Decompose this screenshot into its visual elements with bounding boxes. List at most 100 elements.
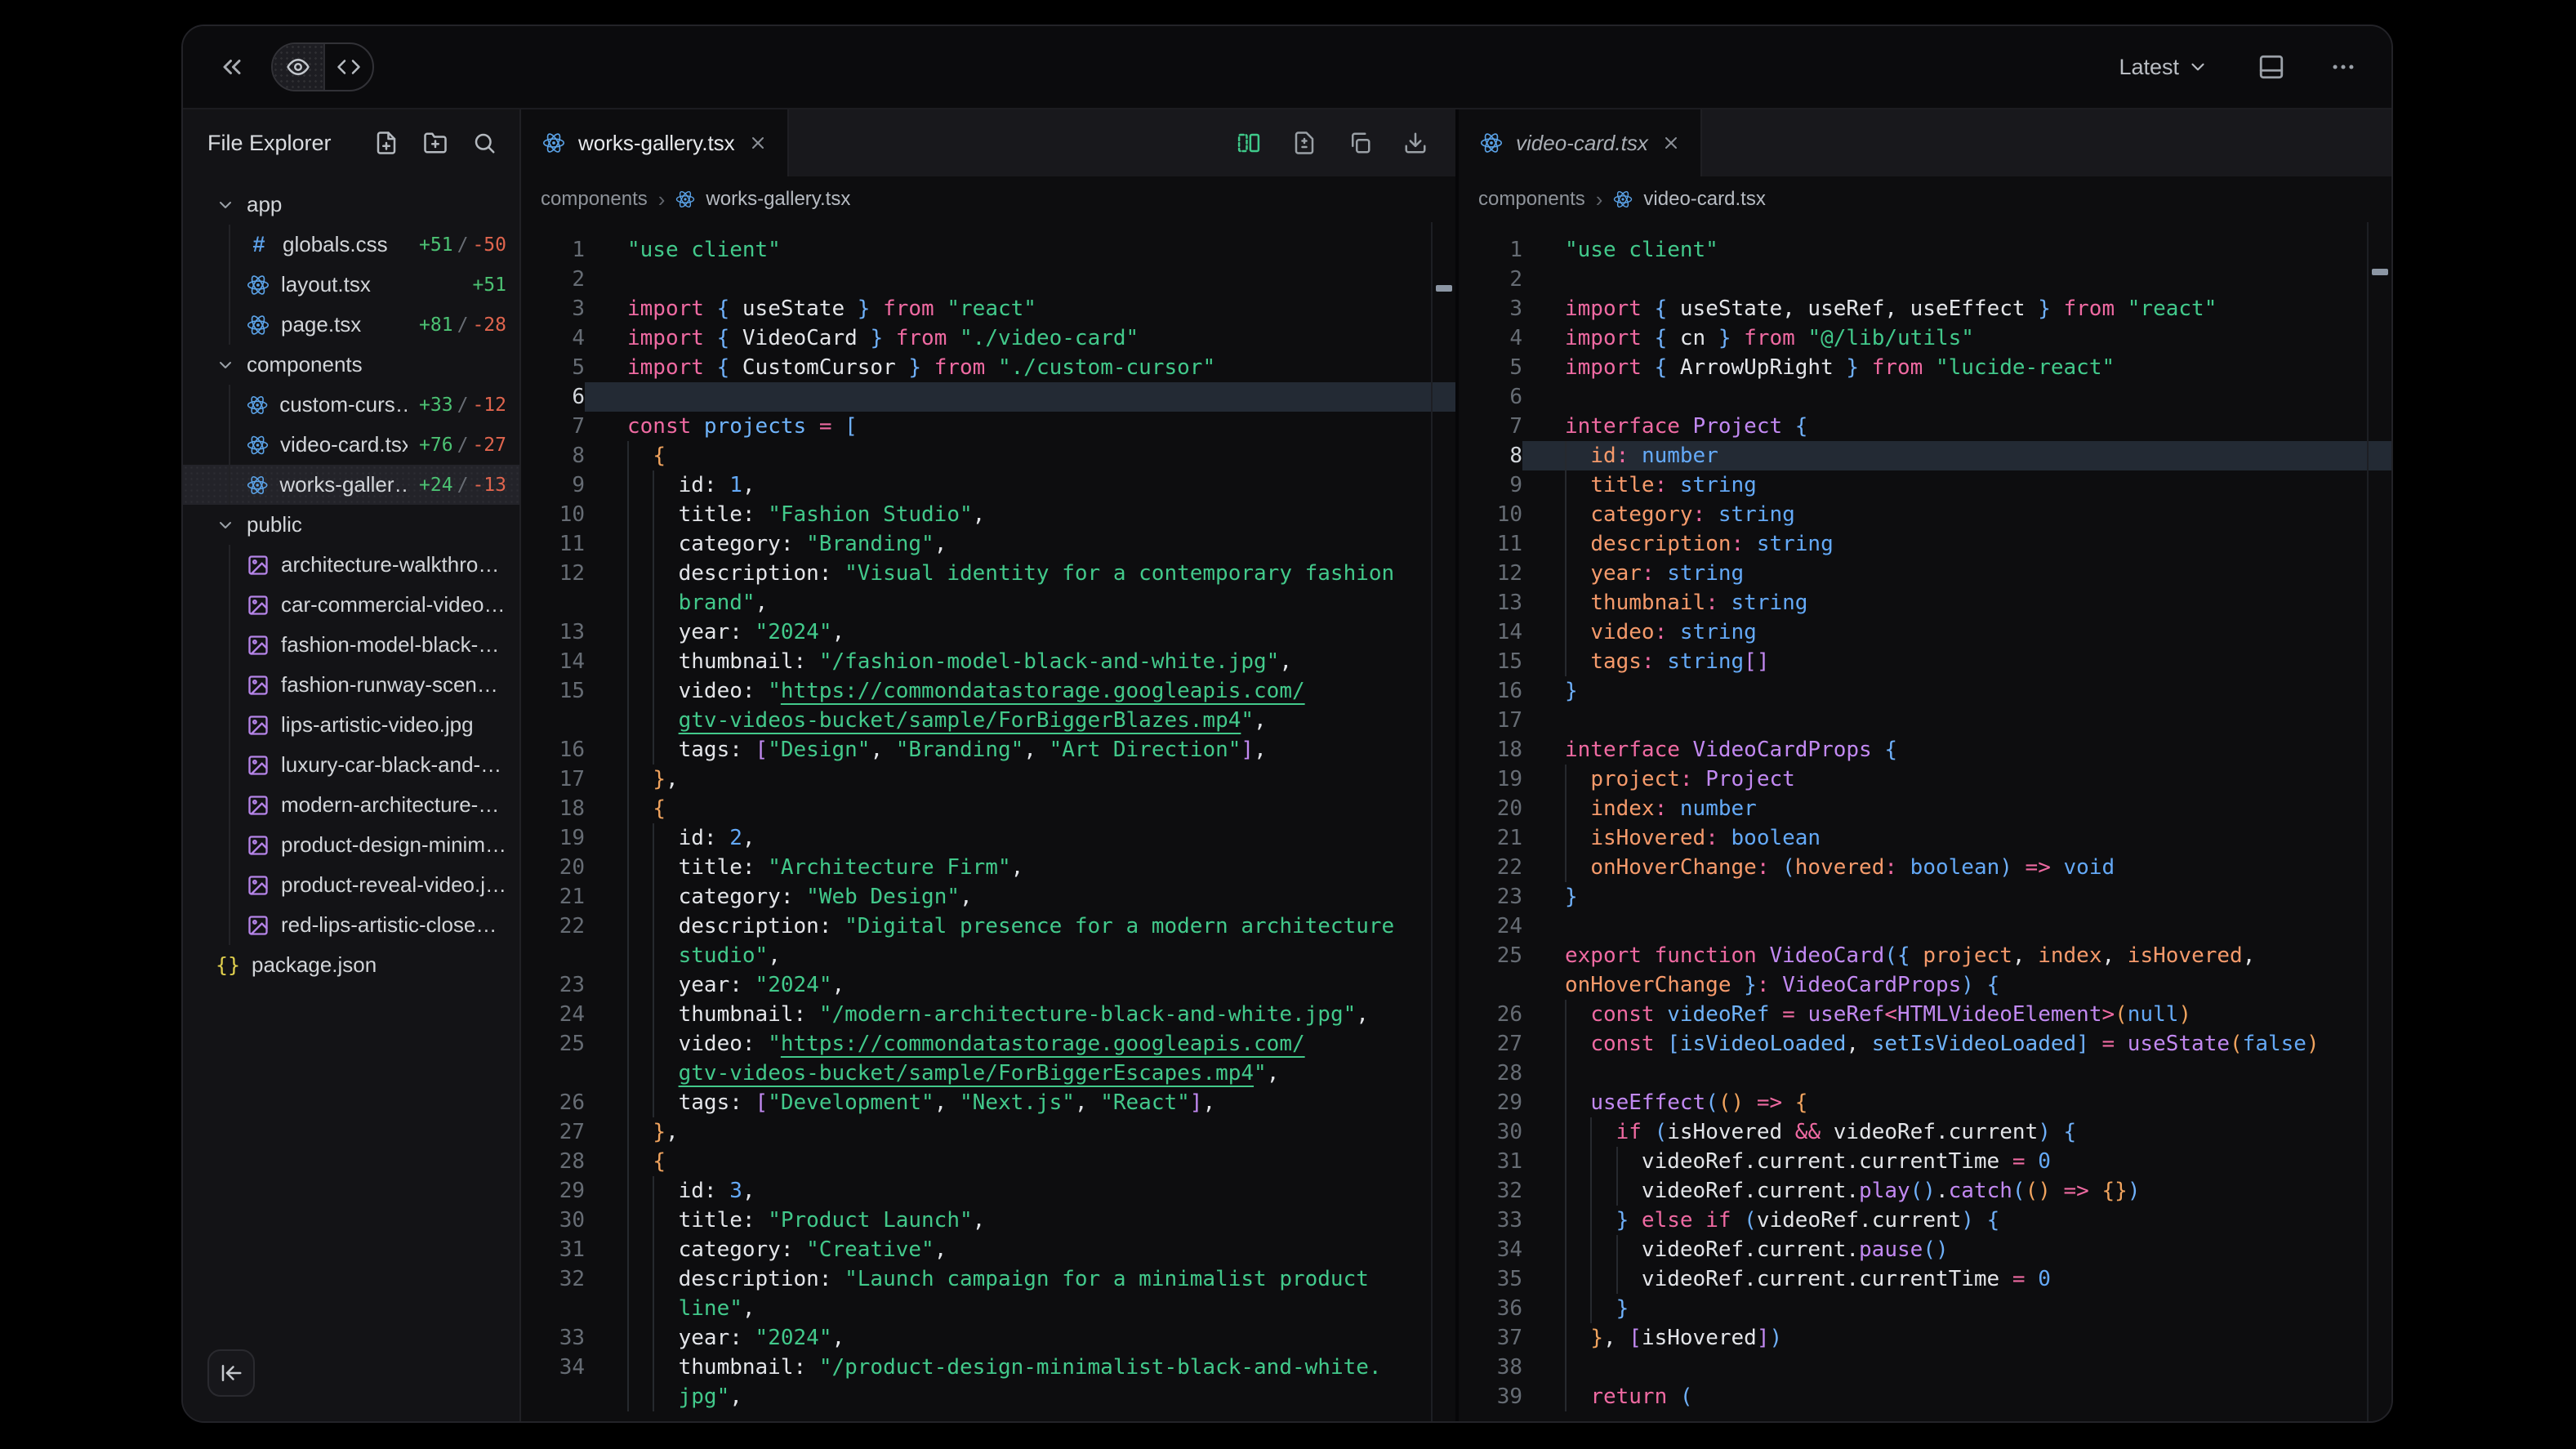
code-line[interactable]: import { CustomCursor } from "./custom-c…	[585, 353, 1455, 382]
tab-works-gallery.tsx[interactable]: works-gallery.tsx	[521, 109, 789, 176]
code-line[interactable]: interface Project {	[1522, 412, 2391, 441]
scrollbar-track[interactable]	[2367, 222, 2391, 1421]
code-line[interactable]: category: string	[1522, 500, 2391, 529]
code-line[interactable]: tags: string[]	[1522, 647, 2391, 676]
code-line[interactable]: id: 2,	[585, 823, 1455, 853]
tree-file-lips-artistic-video.jpg[interactable]: lips-artistic-video.jpg	[183, 705, 519, 745]
tree-folder-app[interactable]: app	[183, 185, 519, 225]
code-line[interactable]: index: number	[1522, 794, 2391, 823]
code-line[interactable]: "use client"	[1522, 235, 2391, 265]
code-line[interactable]: year: "2024",	[585, 1323, 1455, 1353]
code-line[interactable]: "use client"	[585, 235, 1455, 265]
code-line[interactable]: },	[585, 1117, 1455, 1147]
split-view-button[interactable]	[1237, 131, 1261, 155]
scrollbar-thumb[interactable]	[2372, 269, 2388, 275]
code-line[interactable]: videoRef.current.currentTime = 0	[1522, 1147, 2391, 1176]
breadcrumb-folder[interactable]: components	[1478, 188, 1585, 211]
code-line[interactable]: year: "2024",	[585, 617, 1455, 647]
code-line[interactable]: thumbnail: "/fashion-model-black-and-whi…	[585, 647, 1455, 676]
code-line[interactable]: tags: ["Design", "Branding", "Art Direct…	[585, 735, 1455, 765]
close-tab-button[interactable]	[748, 133, 768, 153]
code-line[interactable]: title: "Product Launch",	[585, 1206, 1455, 1235]
code-line[interactable]: category: "Creative",	[585, 1235, 1455, 1264]
code-line[interactable]: description: string	[1522, 529, 2391, 559]
code-line[interactable]: year: string	[1522, 559, 2391, 588]
new-file-button[interactable]	[374, 131, 399, 155]
code-line[interactable]: description: "Launch campaign for a mini…	[585, 1264, 1455, 1294]
code-line[interactable]: description: "Digital presence for a mod…	[585, 912, 1455, 941]
code-line[interactable]: videoRef.current.pause()	[1522, 1235, 2391, 1264]
code-line[interactable]: export function VideoCard({ project, ind…	[1522, 941, 2391, 970]
code-line[interactable]: studio",	[585, 941, 1455, 970]
code-line[interactable]: import { ArrowUpRight } from "lucide-rea…	[1522, 353, 2391, 382]
code-line[interactable]: videoRef.current.play().catch(() => {})	[1522, 1176, 2391, 1206]
tree-file-architecture-walkthro[interactable]: architecture-walkthro…	[183, 545, 519, 585]
code-line[interactable]: isHovered: boolean	[1522, 823, 2391, 853]
tree-file-fashion-model-black[interactable]: fashion-model-black-…	[183, 625, 519, 665]
code-line[interactable]: year: "2024",	[585, 970, 1455, 1000]
code-line[interactable]	[1522, 265, 2391, 294]
code-line[interactable]: video: "https://commondatastorage.google…	[585, 1029, 1455, 1059]
code-line[interactable]: {	[585, 441, 1455, 470]
collapse-panel-button[interactable]	[217, 52, 247, 82]
code-line[interactable]	[1522, 706, 2391, 735]
code-line[interactable]: title: "Architecture Firm",	[585, 853, 1455, 882]
code-line[interactable]: if (isHovered && videoRef.current) {	[1522, 1117, 2391, 1147]
tree-folder-public[interactable]: public	[183, 505, 519, 545]
scrollbar-thumb[interactable]	[1436, 285, 1452, 292]
code-line[interactable]: jpg",	[585, 1382, 1455, 1411]
tree-file-product-design-minim[interactable]: product-design-minim…	[183, 825, 519, 865]
preview-toggle-button[interactable]	[273, 44, 325, 90]
code-line[interactable]: onHoverChange: (hovered: boolean) => voi…	[1522, 853, 2391, 882]
code-line[interactable]: useEffect(() => {	[1522, 1088, 2391, 1117]
tree-file-red-lips-artistic-close[interactable]: red-lips-artistic-close…	[183, 905, 519, 945]
code-editor-right[interactable]: 1"use client"23import { useState, useRef…	[1459, 222, 2391, 1421]
tree-file-globals.css[interactable]: #globals.css+51/-50	[183, 225, 519, 265]
code-line[interactable]	[1522, 382, 2391, 412]
code-line[interactable]: return (	[1522, 1382, 2391, 1411]
tree-file-layout.tsx[interactable]: layout.tsx+51	[183, 265, 519, 305]
tree-file-product-reveal-video.j[interactable]: product-reveal-video.j…	[183, 865, 519, 905]
scrollbar-track[interactable]	[1431, 222, 1455, 1421]
code-line[interactable]: title: "Fashion Studio",	[585, 500, 1455, 529]
code-line[interactable]: import { cn } from "@/lib/utils"	[1522, 323, 2391, 353]
collapse-sidebar-button[interactable]	[207, 1349, 255, 1397]
code-line[interactable]: const videoRef = useRef<HTMLVideoElement…	[1522, 1000, 2391, 1029]
code-line[interactable]: videoRef.current.currentTime = 0	[1522, 1264, 2391, 1294]
tree-file-video-card.tsx[interactable]: video-card.tsx+76/-27	[183, 425, 519, 465]
code-line[interactable]	[1522, 1353, 2391, 1382]
code-line[interactable]: import { useState } from "react"	[585, 294, 1455, 323]
code-line[interactable]: }, [isHovered])	[1522, 1323, 2391, 1353]
tree-folder-components[interactable]: components	[183, 345, 519, 385]
code-line[interactable]: video: string	[1522, 617, 2391, 647]
code-line[interactable]: id: 3,	[585, 1176, 1455, 1206]
code-line[interactable]: brand",	[585, 588, 1455, 617]
tree-file-car-commercial-video[interactable]: car-commercial-video…	[183, 585, 519, 625]
code-line[interactable]: thumbnail: "/product-design-minimalist-b…	[585, 1353, 1455, 1382]
code-line[interactable]	[585, 265, 1455, 294]
tree-file-package.json[interactable]: {}package.json	[183, 945, 519, 985]
tab-video-card.tsx[interactable]: video-card.tsx	[1459, 109, 1702, 176]
tree-file-custom-curs[interactable]: custom-curs…+33/-12	[183, 385, 519, 425]
more-options-button[interactable]	[2329, 53, 2357, 81]
code-line[interactable]: gtv-videos-bucket/sample/ForBiggerBlazes…	[585, 706, 1455, 735]
panel-layout-button[interactable]	[2257, 53, 2285, 81]
code-line[interactable]: id: number	[1522, 441, 2391, 470]
code-line[interactable]: category: "Branding",	[585, 529, 1455, 559]
code-line[interactable]: },	[585, 765, 1455, 794]
code-line[interactable]: line",	[585, 1294, 1455, 1323]
code-line[interactable]: interface VideoCardProps {	[1522, 735, 2391, 765]
code-line[interactable]: }	[1522, 1294, 2391, 1323]
tree-file-page.tsx[interactable]: page.tsx+81/-28	[183, 305, 519, 345]
code-line[interactable]: {	[585, 1147, 1455, 1176]
code-line[interactable]: project: Project	[1522, 765, 2391, 794]
code-line[interactable]: title: string	[1522, 470, 2391, 500]
tree-file-luxury-car-black-and[interactable]: luxury-car-black-and-…	[183, 745, 519, 785]
close-tab-button[interactable]	[1661, 133, 1681, 153]
tree-file-modern-architecture[interactable]: modern-architecture-…	[183, 785, 519, 825]
code-line[interactable]: id: 1,	[585, 470, 1455, 500]
breadcrumb-file[interactable]: video-card.tsx	[1643, 188, 1765, 211]
code-line[interactable]	[585, 382, 1455, 412]
code-line[interactable]: import { VideoCard } from "./video-card"	[585, 323, 1455, 353]
code-line[interactable]: } else if (videoRef.current) {	[1522, 1206, 2391, 1235]
